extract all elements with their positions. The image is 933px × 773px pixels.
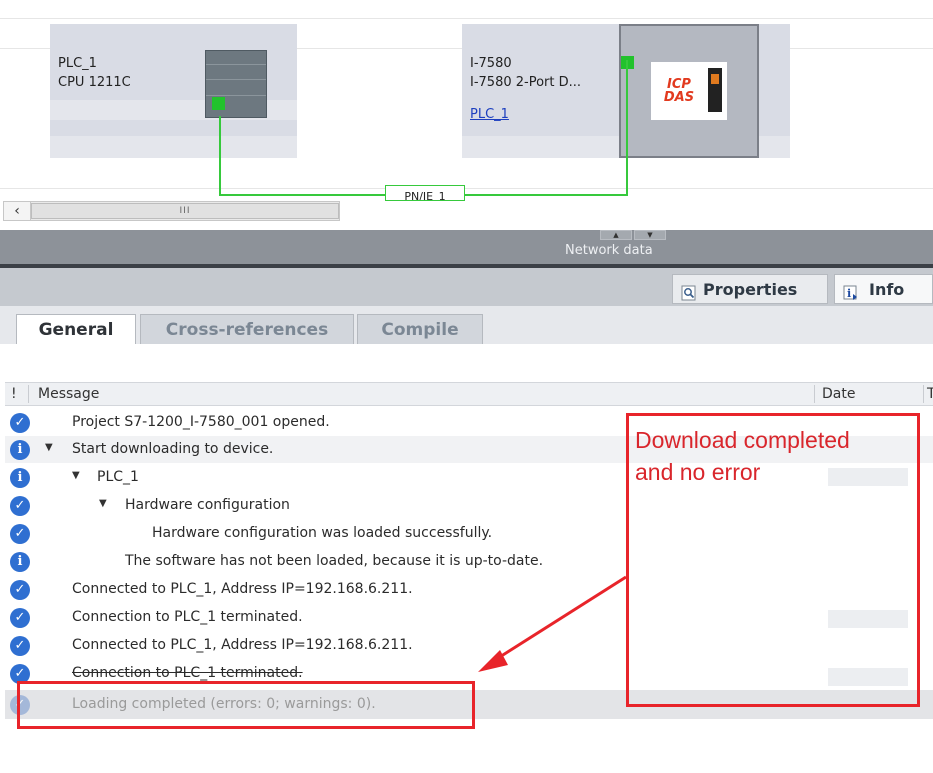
svg-text:i: i <box>847 287 851 300</box>
message-table-header: ! Message Date T <box>5 382 933 406</box>
check-icon: ✓ <box>10 413 30 433</box>
network-wire <box>219 116 221 196</box>
device-i7580-type: I-7580 2-Port D... <box>470 75 582 90</box>
tab-info-label: Info <box>869 280 905 299</box>
check-icon: ✓ <box>10 580 30 600</box>
annotation-highlight-frame <box>17 681 475 729</box>
annotation-line-2: and no error <box>635 459 761 485</box>
row-message: Connection to PLC_1 terminated. <box>72 665 303 681</box>
expand-caret-icon[interactable]: ▼ <box>45 442 53 453</box>
row-message: Project S7-1200_I-7580_001 opened. <box>72 414 330 430</box>
tab-properties-label: Properties <box>703 280 798 299</box>
inspector-tab-bar: Properties i Info <box>0 268 933 306</box>
subnet-label[interactable]: PN/IE_1 <box>385 185 465 201</box>
info-subtab-bar: General Cross-references Compile <box>0 306 933 350</box>
col-message[interactable]: Message <box>38 383 99 405</box>
tab-compile[interactable]: Compile <box>357 314 483 346</box>
check-icon: ✓ <box>10 524 30 544</box>
device-i7580-plc-link[interactable]: PLC_1 <box>470 105 509 124</box>
splitter-down-icon[interactable]: ▼ <box>634 230 666 240</box>
tab-info[interactable]: i Info <box>834 274 933 304</box>
info-tab-icon: i <box>843 281 859 300</box>
col-divider <box>28 385 29 403</box>
row-message: The software has not been loaded, becaus… <box>125 553 544 569</box>
info-icon: i <box>10 552 30 572</box>
row-message: Connected to PLC_1, Address IP=192.168.6… <box>72 637 413 653</box>
network-wire <box>626 60 628 196</box>
check-icon: ✓ <box>10 496 30 516</box>
row-message: Start downloading to device. <box>72 441 274 457</box>
row-message: Connection to PLC_1 terminated. <box>72 609 303 625</box>
tab-properties[interactable]: Properties <box>672 274 828 304</box>
device-plc1-type: CPU 1211C <box>58 75 131 90</box>
i7580-module-frame: ICP DAS <box>619 24 759 158</box>
expand-caret-icon[interactable]: ▼ <box>99 498 107 509</box>
col-extra[interactable]: T <box>927 383 933 405</box>
plc-module-icon <box>205 50 267 118</box>
tab-cross-references[interactable]: Cross-references <box>140 314 354 346</box>
device-plc1-name: PLC_1 <box>58 56 97 71</box>
horizontal-scrollbar[interactable]: ‹ III <box>3 201 340 221</box>
splitter-handle[interactable]: ▲ ▼ <box>600 230 670 240</box>
col-divider <box>814 385 815 403</box>
info-icon: i <box>10 440 30 460</box>
row-message: Connected to PLC_1, Address IP=192.168.6… <box>72 581 413 597</box>
check-icon: ✓ <box>10 608 30 628</box>
check-icon: ✓ <box>10 636 30 656</box>
network-data-splitter[interactable]: ▲ ▼ Network data <box>0 230 933 264</box>
col-date[interactable]: Date <box>822 383 855 405</box>
device-i7580-name: I-7580 <box>470 56 512 71</box>
row-message: PLC_1 <box>97 469 139 485</box>
icpdas-logo-text: ICP DAS <box>663 77 695 105</box>
properties-icon <box>681 281 697 301</box>
annotation-text: Download completed and no error <box>635 424 915 488</box>
scroll-left-icon[interactable]: ‹ <box>4 202 31 220</box>
scrollbar-thumb[interactable]: III <box>31 203 339 219</box>
network-view: PLC_1 CPU 1211C I-7580 I-7580 2-Port D..… <box>0 0 933 230</box>
icpdas-logo-icon: ICP DAS <box>651 62 727 120</box>
info-icon: i <box>10 468 30 488</box>
device-plc1[interactable]: PLC_1 CPU 1211C <box>50 24 297 158</box>
row-message: Hardware configuration <box>125 497 290 513</box>
network-data-label: Network data <box>565 243 653 258</box>
expand-caret-icon[interactable]: ▼ <box>72 470 80 481</box>
splitter-up-icon[interactable]: ▲ <box>600 230 632 240</box>
row-message: Hardware configuration was loaded succes… <box>152 525 493 541</box>
plc1-port-icon[interactable] <box>212 97 225 110</box>
col-flag[interactable]: ! <box>11 383 17 405</box>
annotation-line-1: Download completed <box>635 427 850 453</box>
col-divider <box>923 385 924 403</box>
